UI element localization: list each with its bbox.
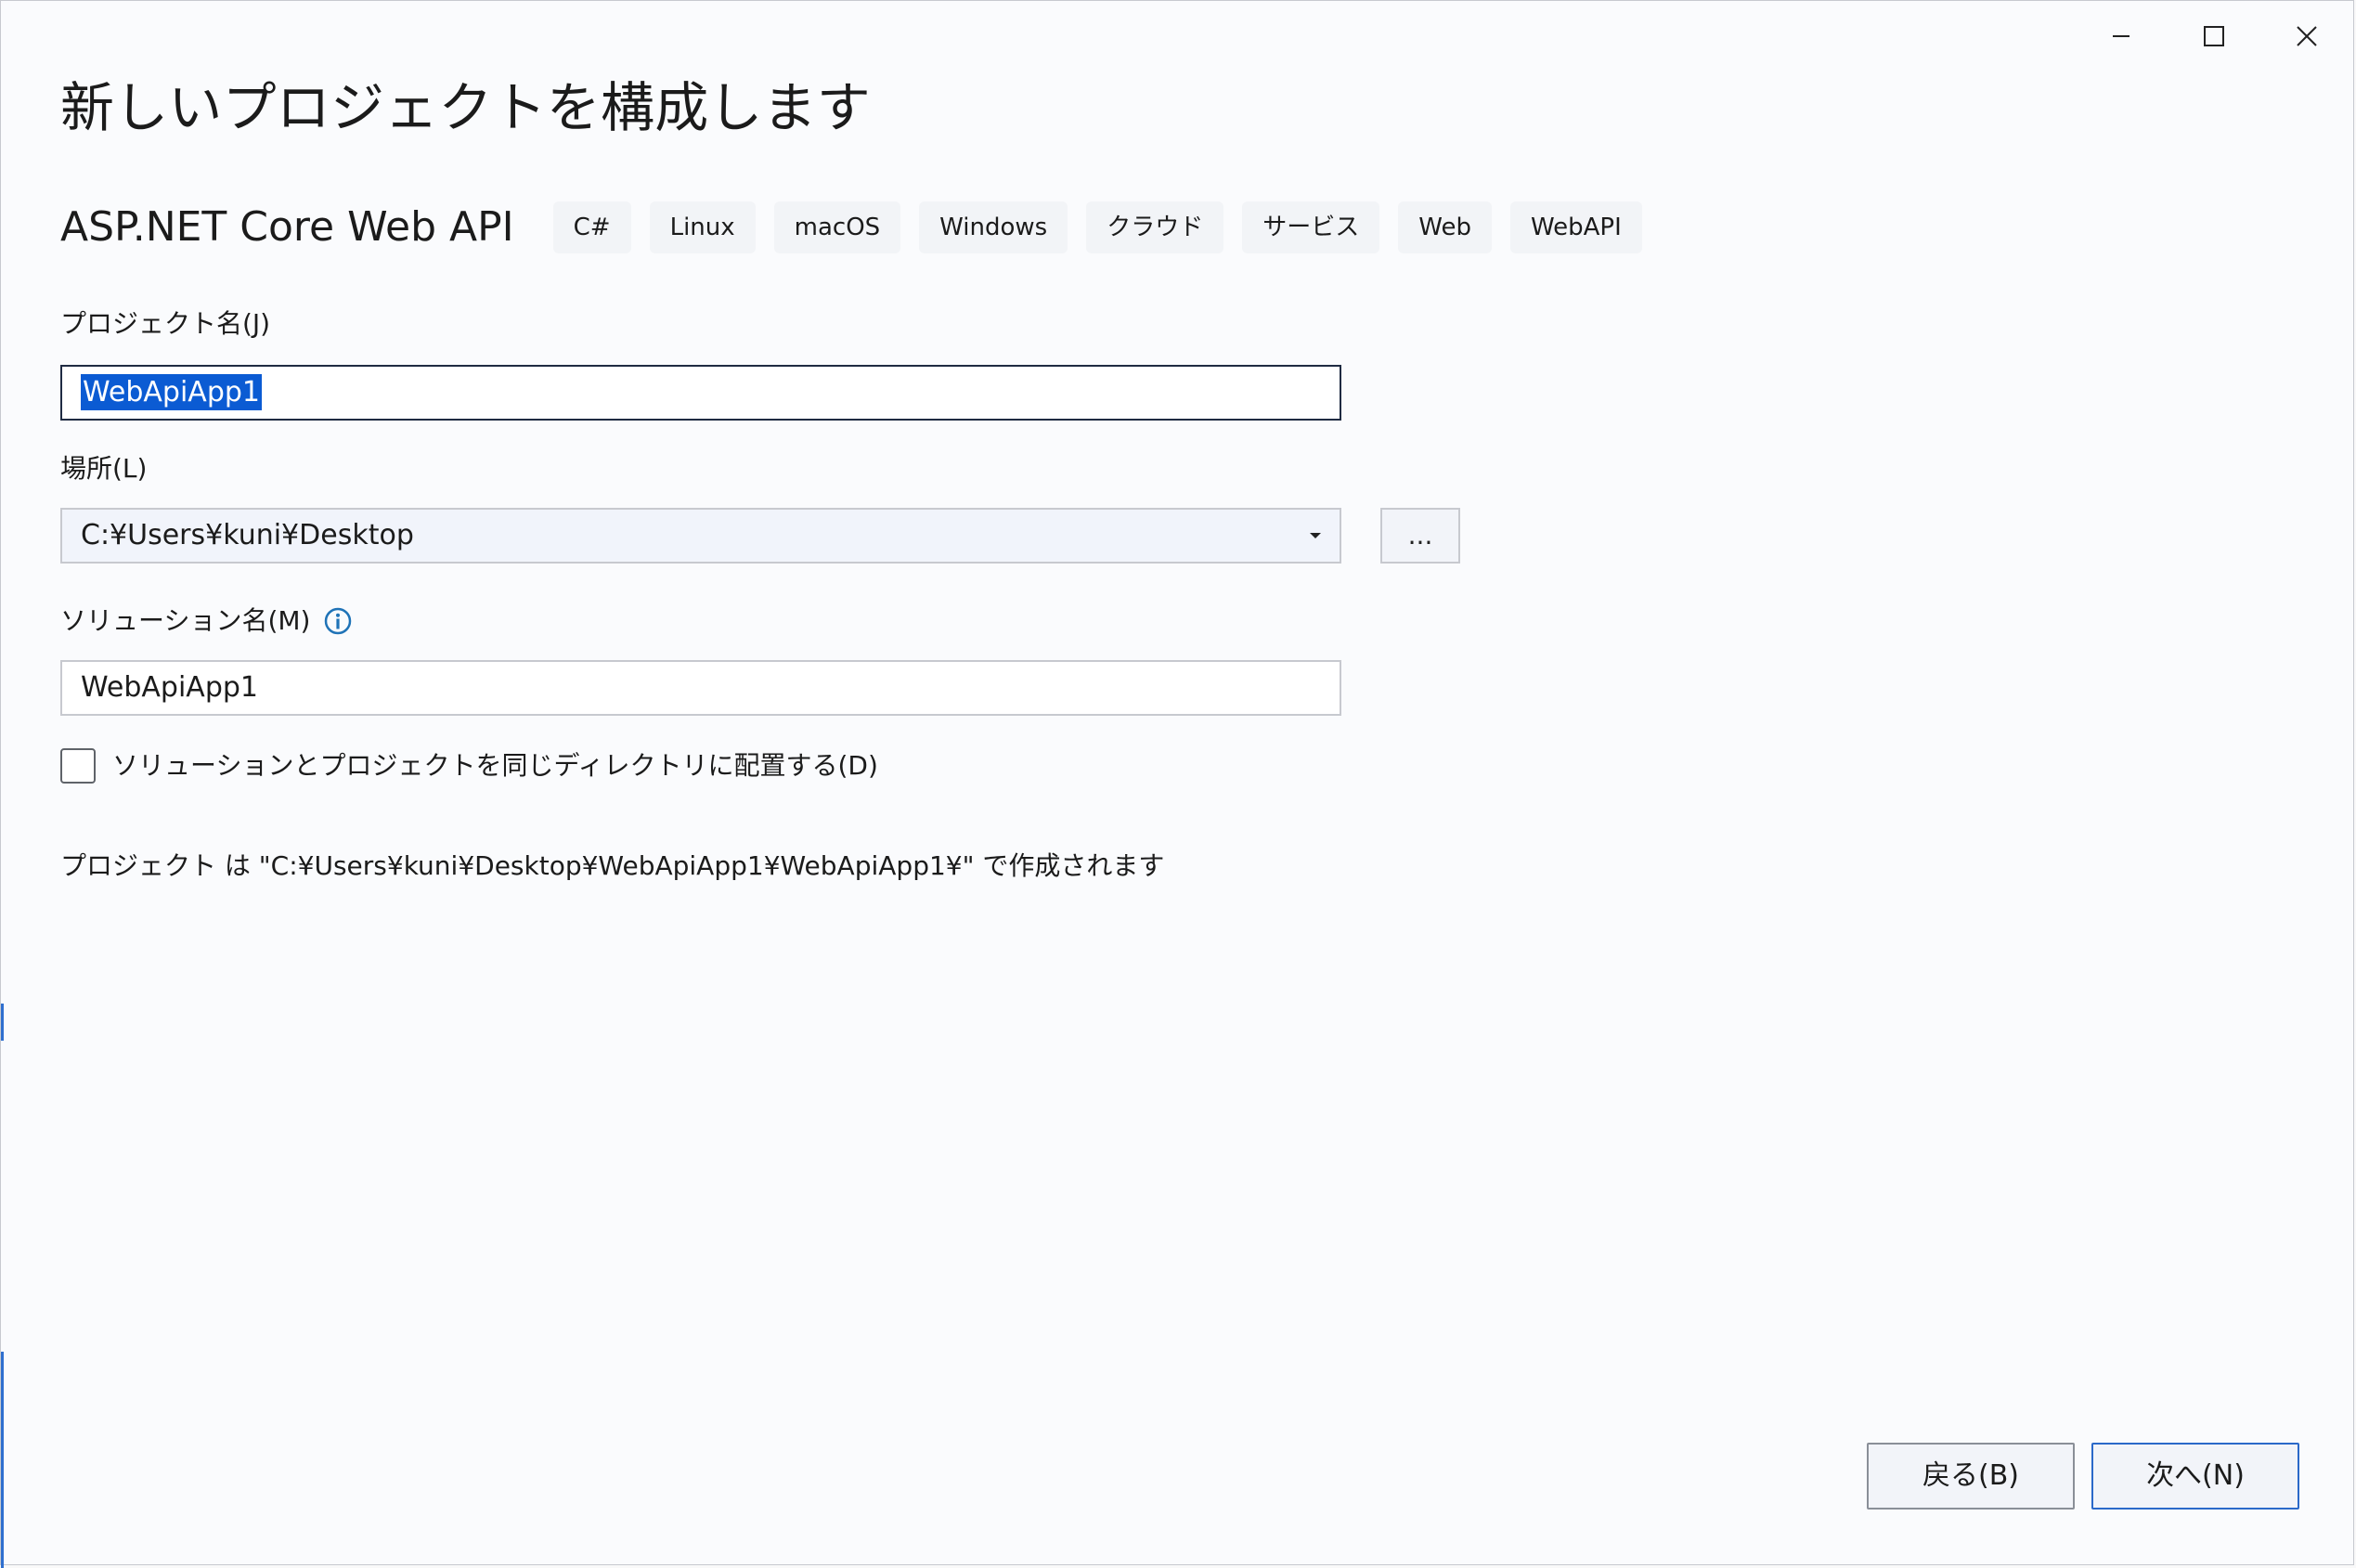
close-button[interactable] — [2260, 1, 2353, 71]
minimize-button[interactable] — [2075, 1, 2168, 71]
tag-cloud: クラウド — [1086, 201, 1224, 253]
maximize-button[interactable] — [2168, 1, 2260, 71]
location-value: C:¥Users¥kuni¥Desktop — [81, 519, 414, 551]
info-icon[interactable] — [323, 606, 353, 636]
solution-name-value: WebApiApp1 — [81, 671, 259, 704]
project-name-input[interactable]: WebApiApp1 — [60, 365, 1341, 421]
tag-service: サービス — [1242, 201, 1380, 253]
maximize-icon — [2202, 24, 2226, 48]
project-name-value: WebApiApp1 — [81, 374, 263, 410]
tag-linux: Linux — [649, 201, 756, 253]
solution-name-input[interactable]: WebApiApp1 — [60, 660, 1341, 716]
same-directory-checkbox[interactable] — [60, 748, 96, 784]
left-edge-accent-bottom — [1, 1352, 4, 1568]
browse-button[interactable]: ... — [1380, 508, 1460, 564]
minimize-icon — [2110, 25, 2132, 47]
configure-project-window: 新しいプロジェクトを構成します ASP.NET Core Web API C# … — [0, 0, 2354, 1568]
close-icon — [2295, 24, 2319, 48]
footer-buttons: 戻る(B) 次へ(N) — [1867, 1443, 2299, 1510]
page-title: 新しいプロジェクトを構成します — [60, 76, 872, 139]
title-bar-controls — [2075, 1, 2353, 71]
back-button[interactable]: 戻る(B) — [1867, 1443, 2075, 1510]
tag-macos: macOS — [773, 201, 901, 253]
tag-csharp: C# — [552, 201, 631, 253]
solution-name-label: ソリューション名(M) — [60, 603, 353, 640]
tag-web: Web — [1398, 201, 1492, 253]
dropdown-arrow-icon[interactable] — [1304, 510, 1327, 562]
browse-button-label: ... — [1407, 520, 1433, 551]
tag-webapi: WebAPI — [1509, 201, 1642, 253]
left-edge-accent — [1, 1004, 4, 1041]
template-tags: C# Linux macOS Windows クラウド サービス Web Web… — [552, 201, 1642, 253]
same-directory-option[interactable]: ソリューションとプロジェクトを同じディレクトリに配置する(D) — [60, 745, 878, 786]
project-path-info: プロジェクト は "C:¥Users¥kuni¥Desktop¥WebApiAp… — [60, 850, 1165, 881]
next-button[interactable]: 次へ(N) — [2091, 1443, 2299, 1510]
location-combobox[interactable]: C:¥Users¥kuni¥Desktop — [60, 508, 1341, 564]
location-label-text: 場所(L) — [60, 453, 148, 484]
template-name: ASP.NET Core Web API — [60, 203, 514, 251]
project-name-label: プロジェクト名(J) — [60, 305, 270, 343]
location-label: 場所(L) — [60, 450, 147, 487]
solution-name-label-text: ソリューション名(M) — [60, 605, 311, 636]
project-name-label-text: プロジェクト名(J) — [60, 308, 271, 339]
tag-windows: Windows — [919, 201, 1068, 253]
same-directory-label: ソリューションとプロジェクトを同じディレクトリに配置する(D) — [112, 750, 878, 781]
template-header: ASP.NET Core Web API C# Linux macOS Wind… — [60, 200, 1642, 255]
